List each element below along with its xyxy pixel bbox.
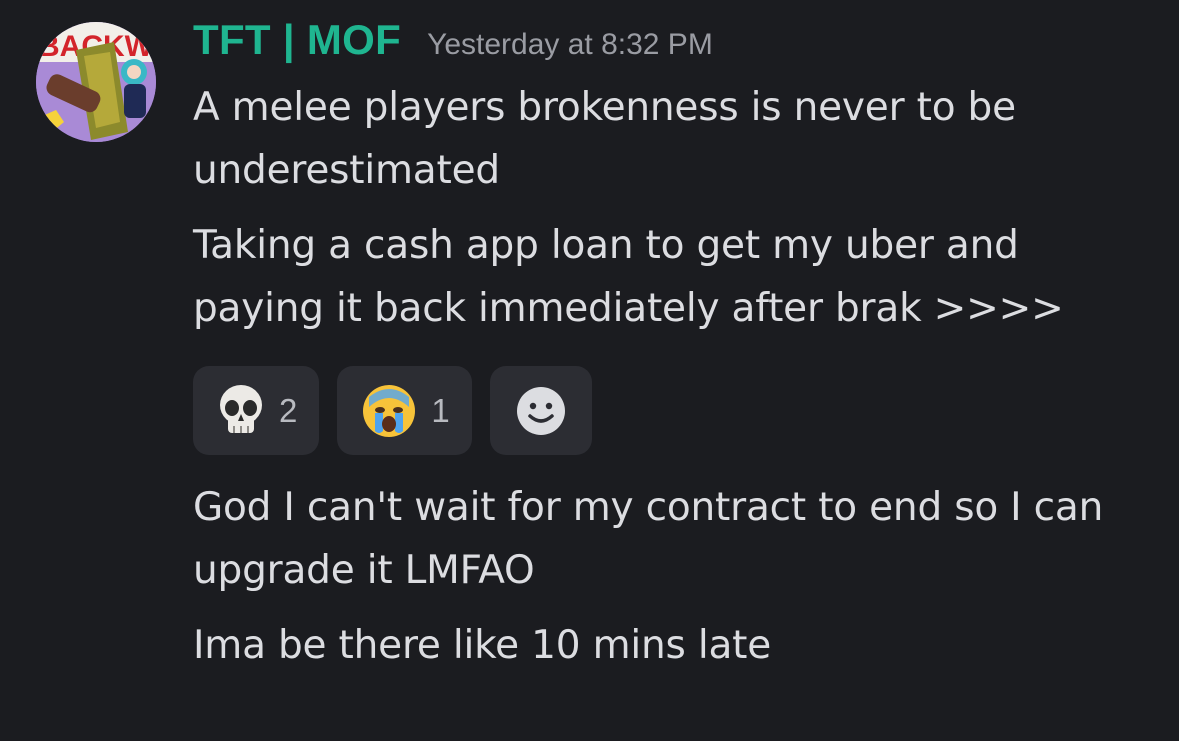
message-3[interactable]: God I can't wait for my contract to end … xyxy=(193,476,1163,602)
message-line: Taking a cash app loan to get my uber an… xyxy=(193,223,1019,268)
reaction-crying[interactable]: 1 xyxy=(337,366,472,455)
message-line: Ima be there like 10 mins late xyxy=(193,623,772,668)
add-reaction-smiley-icon xyxy=(516,386,565,435)
message-line: God I can't wait for my contract to end … xyxy=(193,485,1104,530)
user-avatar[interactable]: BACKWO xyxy=(36,22,156,142)
message-line: A melee players brokenness is never to b… xyxy=(193,85,1016,130)
skull-emoji-icon xyxy=(220,384,262,433)
message-1[interactable]: A melee players brokenness is never to b… xyxy=(193,76,1163,202)
avatar-image: BACKWO xyxy=(36,22,156,142)
message-line: underestimated xyxy=(193,148,500,193)
message-line: upgrade it LMFAO xyxy=(193,548,535,593)
message-line: paying it back immediately after brak >>… xyxy=(193,286,1064,331)
reactions-bar: 2 1 xyxy=(193,366,592,455)
message-4[interactable]: Ima be there like 10 mins late xyxy=(193,614,1163,677)
message-header: TFT | MOF Yesterday at 8:32 PM xyxy=(193,16,1163,76)
message-group-continued: God I can't wait for my contract to end … xyxy=(193,476,1163,689)
message-2[interactable]: Taking a cash app loan to get my uber an… xyxy=(193,214,1163,340)
username[interactable]: TFT | MOF xyxy=(193,16,401,64)
add-reaction-button[interactable] xyxy=(489,366,592,455)
crying-face-emoji-icon xyxy=(363,384,416,437)
reaction-skull[interactable]: 2 xyxy=(193,366,320,455)
message-group: TFT | MOF Yesterday at 8:32 PM A melee p… xyxy=(193,16,1163,352)
reaction-count: 1 xyxy=(431,391,450,429)
reaction-count: 2 xyxy=(279,391,298,429)
timestamp: Yesterday at 8:32 PM xyxy=(427,28,713,61)
